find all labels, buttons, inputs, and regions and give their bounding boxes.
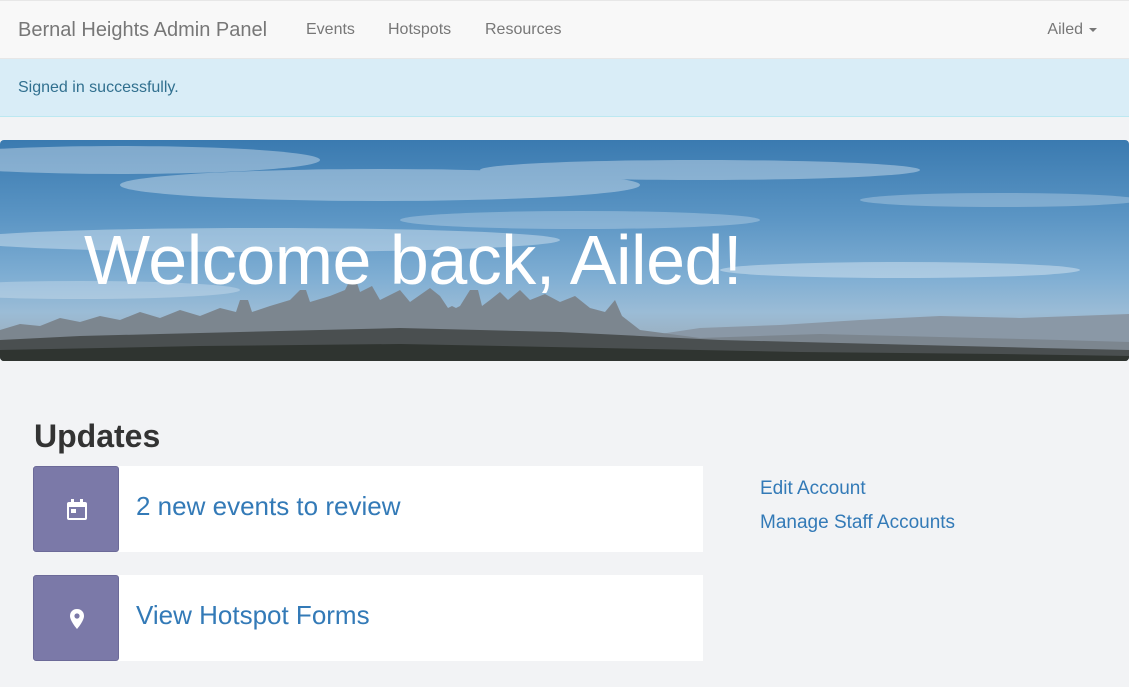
success-alert: Signed in successfully. <box>0 59 1129 117</box>
nav-resources[interactable]: Resources <box>485 21 561 39</box>
card-icon-box <box>33 575 119 661</box>
brand-link[interactable]: Bernal Heights Admin Panel <box>18 19 267 42</box>
updates-heading: Updates <box>34 418 161 454</box>
welcome-hero-banner: Welcome back, Ailed! <box>0 140 1129 361</box>
map-pin-icon <box>70 609 84 629</box>
welcome-heading: Welcome back, Ailed! <box>84 221 742 299</box>
events-review-link[interactable]: 2 new events to review <box>136 491 400 522</box>
manage-staff-accounts-link[interactable]: Manage Staff Accounts <box>760 512 955 534</box>
user-menu-label: Ailed <box>1047 21 1083 38</box>
card-icon-box <box>33 466 119 552</box>
calendar-icon <box>67 499 87 520</box>
hotspot-forms-link[interactable]: View Hotspot Forms <box>136 600 370 631</box>
top-navbar: Bernal Heights Admin Panel Events Hotspo… <box>0 0 1129 59</box>
nav-hotspots[interactable]: Hotspots <box>388 21 451 39</box>
hotspot-forms-card[interactable]: View Hotspot Forms <box>33 575 703 661</box>
user-menu-dropdown[interactable]: Ailed <box>1047 21 1097 39</box>
edit-account-link[interactable]: Edit Account <box>760 478 866 500</box>
nav-events[interactable]: Events <box>306 21 355 39</box>
events-review-card[interactable]: 2 new events to review <box>33 466 703 552</box>
caret-down-icon <box>1089 27 1097 32</box>
alert-message: Signed in successfully. <box>18 79 179 96</box>
